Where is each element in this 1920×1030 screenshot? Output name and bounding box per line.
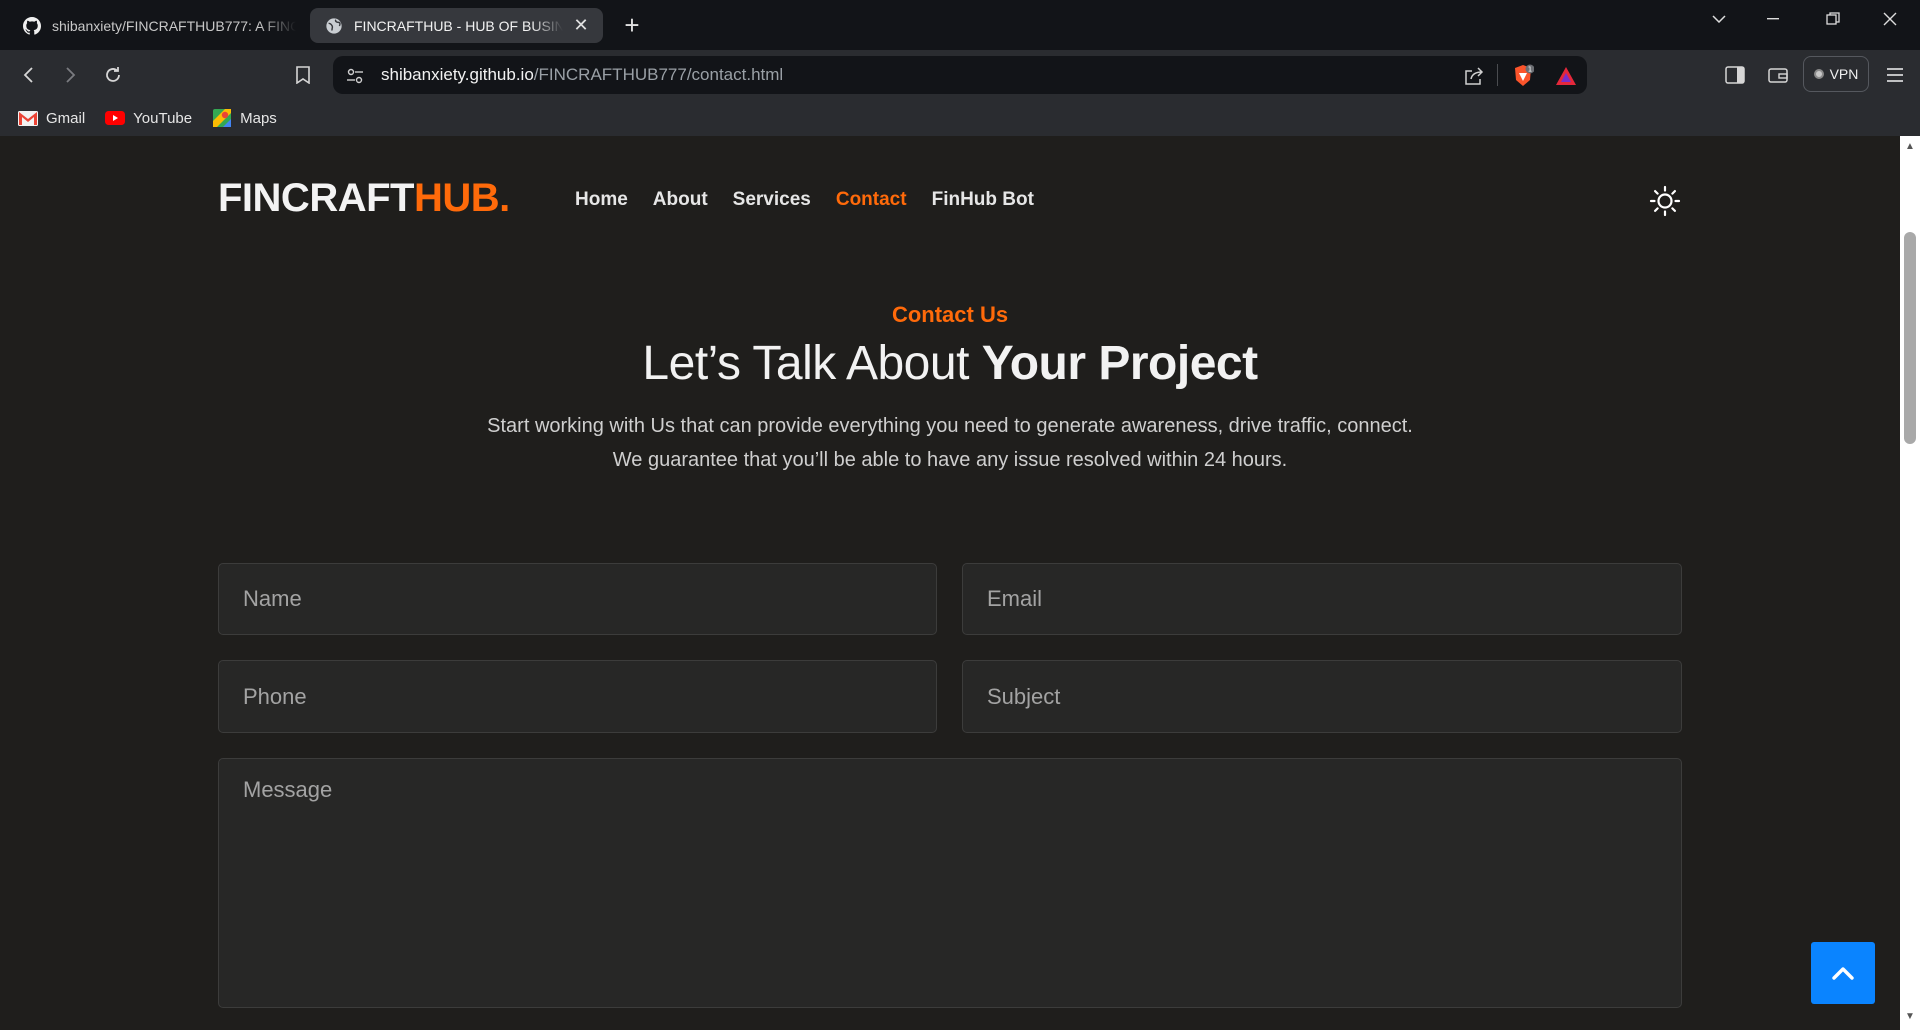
svg-text:1: 1 — [1528, 66, 1532, 74]
wallet-icon[interactable] — [1765, 62, 1791, 88]
back-to-top-button[interactable] — [1811, 942, 1875, 1004]
tab-fincrafthub[interactable]: FINCRAFTHUB - HUB OF BUSINESS ✕ — [310, 8, 603, 43]
minimize-icon[interactable] — [1753, 6, 1793, 32]
nav-about[interactable]: About — [653, 189, 708, 211]
sidebar-icon[interactable] — [1722, 62, 1748, 88]
email-input[interactable] — [962, 563, 1682, 635]
tab-search-chevron-icon[interactable] — [1699, 6, 1739, 32]
message-textarea[interactable] — [218, 758, 1682, 1008]
share-icon[interactable] — [1462, 64, 1486, 88]
window-close-icon[interactable] — [1870, 6, 1910, 32]
scrollbar-thumb[interactable] — [1904, 232, 1916, 444]
globe-icon — [324, 16, 344, 36]
bookmark-label: Gmail — [46, 109, 86, 127]
tab-strip: shibanxiety/FINCRAFTHUB777: A FINCRAFTHU… — [0, 0, 1920, 50]
name-input[interactable] — [218, 563, 937, 635]
vpn-button[interactable]: VPN — [1803, 56, 1869, 92]
vpn-label: VPN — [1829, 66, 1859, 82]
nav-contact[interactable]: Contact — [836, 189, 907, 211]
address-bar[interactable]: shibanxiety.github.io/FINCRAFTHUB777/con… — [333, 56, 1587, 94]
close-icon[interactable]: ✕ — [571, 15, 591, 36]
bookmarks-bar: Gmail YouTube Maps — [0, 100, 1920, 136]
maps-icon — [212, 109, 232, 127]
url-divider — [1497, 64, 1498, 86]
page-viewport: FINCRAFTHUB. Home About Services Contact… — [0, 136, 1900, 1030]
tab-title: FINCRAFTHUB - HUB OF BUSINESS — [354, 17, 563, 34]
bookmark-maps[interactable]: Maps — [212, 109, 277, 127]
new-tab-button[interactable]: + — [619, 12, 645, 38]
vpn-status-icon — [1813, 69, 1824, 79]
youtube-icon — [105, 110, 126, 126]
bookmark-youtube[interactable]: YouTube — [105, 110, 192, 127]
github-icon — [22, 16, 42, 36]
bookmark-label: YouTube — [133, 109, 193, 127]
subject-input[interactable] — [962, 660, 1682, 733]
phone-input[interactable] — [218, 660, 937, 733]
menu-icon[interactable] — [1882, 62, 1908, 88]
nav-home[interactable]: Home — [575, 189, 628, 211]
browser-toolbar: shibanxiety.github.io/FINCRAFTHUB777/con… — [0, 50, 1920, 100]
gmail-icon — [18, 110, 38, 126]
contact-hero: Contact Us Let’s Talk About Your Project… — [0, 302, 1900, 477]
section-kicker: Contact Us — [891, 302, 1009, 327]
url-text: shibanxiety.github.io/FINCRAFTHUB777/con… — [381, 65, 784, 84]
nav-finhub-bot[interactable]: FinHub Bot — [932, 189, 1034, 211]
chevron-up-icon — [1832, 967, 1854, 980]
scroll-down-icon[interactable]: ▼ — [1905, 1012, 1915, 1022]
hero-description: Start working with Us that can provide e… — [487, 415, 1413, 471]
page-title: Let’s Talk About Your Project — [642, 337, 1258, 390]
main-nav: Home About Services Contact FinHub Bot — [575, 189, 1034, 211]
bookmark-icon[interactable] — [290, 62, 316, 88]
nav-services[interactable]: Services — [733, 189, 811, 211]
back-arrow-icon[interactable] — [16, 62, 42, 88]
page-scrollbar[interactable]: ▲ ▼ — [1900, 136, 1920, 1030]
site-logo[interactable]: FINCRAFTHUB. — [218, 176, 510, 221]
forward-arrow-icon[interactable] — [57, 62, 83, 88]
brave-rewards-icon[interactable] — [1554, 64, 1578, 88]
reload-icon[interactable] — [100, 62, 126, 88]
sun-icon[interactable] — [1648, 184, 1682, 218]
tab-github[interactable]: shibanxiety/FINCRAFTHUB777: A FINCRAFTHU… — [8, 8, 308, 43]
site-header: FINCRAFTHUB. Home About Services Contact… — [218, 172, 1682, 228]
brave-shields-icon[interactable]: 1 — [1511, 64, 1535, 88]
restore-icon[interactable] — [1813, 6, 1853, 32]
scroll-up-icon[interactable]: ▲ — [1905, 142, 1915, 152]
tab-title: shibanxiety/FINCRAFTHUB777: A FINCRAFTHU… — [52, 17, 296, 34]
bookmark-label: Maps — [240, 109, 277, 127]
site-settings-icon[interactable] — [343, 64, 367, 88]
bookmark-gmail[interactable]: Gmail — [18, 110, 85, 127]
